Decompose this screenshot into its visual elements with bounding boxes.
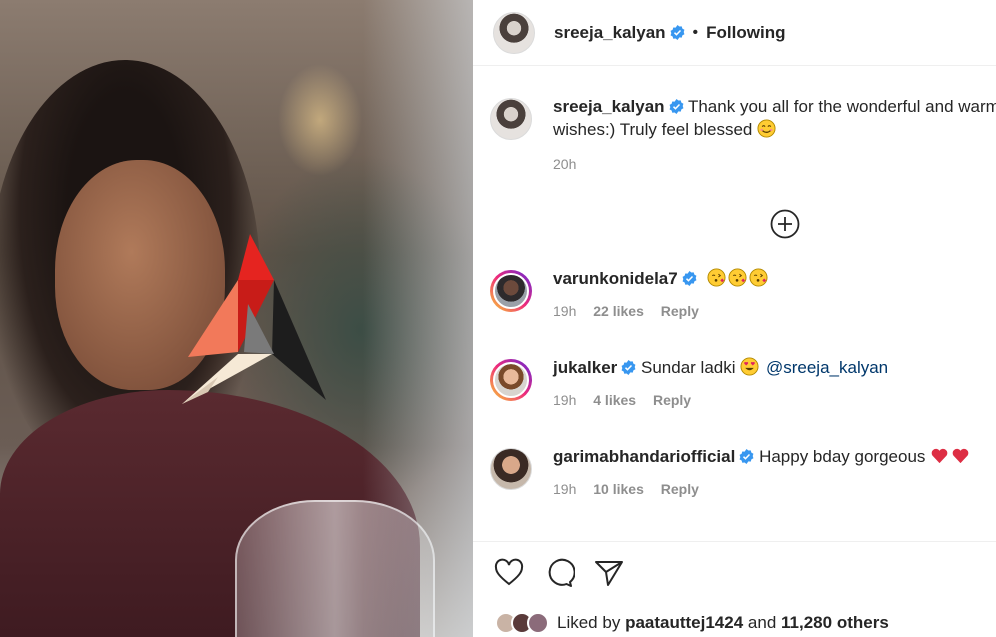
kissing-face-emoji xyxy=(749,268,768,287)
following-button[interactable]: Following xyxy=(706,23,785,43)
kissing-face-emoji xyxy=(728,268,747,287)
comment-item: jukalker Sundar ladki @sreeja_kalyan 19h… xyxy=(490,356,993,408)
likes-summary: Liked by paatauttej1424 and 11,280 other… xyxy=(495,612,889,634)
comment-time: 19h xyxy=(553,481,577,497)
commenter-avatar[interactable] xyxy=(490,359,532,401)
comment-mention[interactable]: @sreeja_kalyan xyxy=(766,358,888,377)
smiling-face-emoji xyxy=(757,119,776,138)
photo-blur-overlay xyxy=(363,0,473,637)
liked-by-user[interactable]: paatauttej1424 xyxy=(625,613,743,632)
red-heart-emoji xyxy=(931,448,948,464)
comment-time: 19h xyxy=(553,303,577,319)
comment-likes[interactable]: 4 likes xyxy=(593,392,636,408)
verified-badge-icon xyxy=(669,99,683,114)
verified-badge-icon xyxy=(670,25,684,40)
reply-button[interactable]: Reply xyxy=(661,303,699,319)
comment-text: Happy bday gorgeous xyxy=(759,447,926,466)
comment-time: 19h xyxy=(553,392,577,408)
comment-username[interactable]: garimabhandariofficial xyxy=(553,447,735,466)
author-avatar[interactable] xyxy=(493,11,535,54)
comment-username[interactable]: jukalker xyxy=(553,358,617,377)
verified-badge-icon xyxy=(682,271,697,286)
comment-likes[interactable]: 22 likes xyxy=(593,303,644,319)
comments-list[interactable]: sreeja_kalyan Thank you all for the wond… xyxy=(473,67,996,540)
comment-likes[interactable]: 10 likes xyxy=(593,481,644,497)
liker-avatar xyxy=(527,612,549,634)
red-heart-emoji xyxy=(952,448,969,464)
comment-icon[interactable] xyxy=(543,557,575,589)
liked-by-others[interactable]: 11,280 others xyxy=(781,613,889,632)
kissing-face-emoji xyxy=(707,268,726,287)
caption-username[interactable]: sreeja_kalyan xyxy=(553,97,665,116)
plus-circle-icon[interactable] xyxy=(770,209,800,239)
post-photo[interactable] xyxy=(0,0,473,637)
reply-button[interactable]: Reply xyxy=(653,392,691,408)
comment-item: varunkonidela7 19h 22 likes Reply xyxy=(490,267,993,319)
comment-username[interactable]: varunkonidela7 xyxy=(553,269,678,288)
post-header: sreeja_kalyan • Following xyxy=(473,0,996,66)
commenter-avatar[interactable] xyxy=(490,270,532,312)
author-username[interactable]: sreeja_kalyan xyxy=(554,23,666,43)
caption-author-avatar[interactable] xyxy=(490,98,532,140)
header-separator: • xyxy=(692,23,699,41)
liked-by-conj: and xyxy=(747,613,777,632)
comment-item: garimabhandariofficial Happy bday gorgeo… xyxy=(490,445,993,497)
heart-eyes-emoji xyxy=(740,357,759,376)
send-icon[interactable] xyxy=(593,557,625,589)
verified-badge-icon xyxy=(739,449,754,464)
liked-by-prefix: Liked by xyxy=(557,613,621,632)
caption-time: 20h xyxy=(553,156,577,172)
post-details-panel: sreeja_kalyan • Following sreeja_kalyan … xyxy=(473,0,996,637)
caption-item: sreeja_kalyan Thank you all for the wond… xyxy=(490,95,996,172)
verified-badge-icon xyxy=(621,360,636,375)
watermark-logo-icon xyxy=(182,234,326,404)
post-actions-bar: Liked by paatauttej1424 and 11,280 other… xyxy=(473,541,996,637)
commenter-avatar[interactable] xyxy=(490,448,532,490)
heart-icon[interactable] xyxy=(493,557,525,589)
reply-button[interactable]: Reply xyxy=(661,481,699,497)
comment-text: Sundar ladki xyxy=(641,358,736,377)
